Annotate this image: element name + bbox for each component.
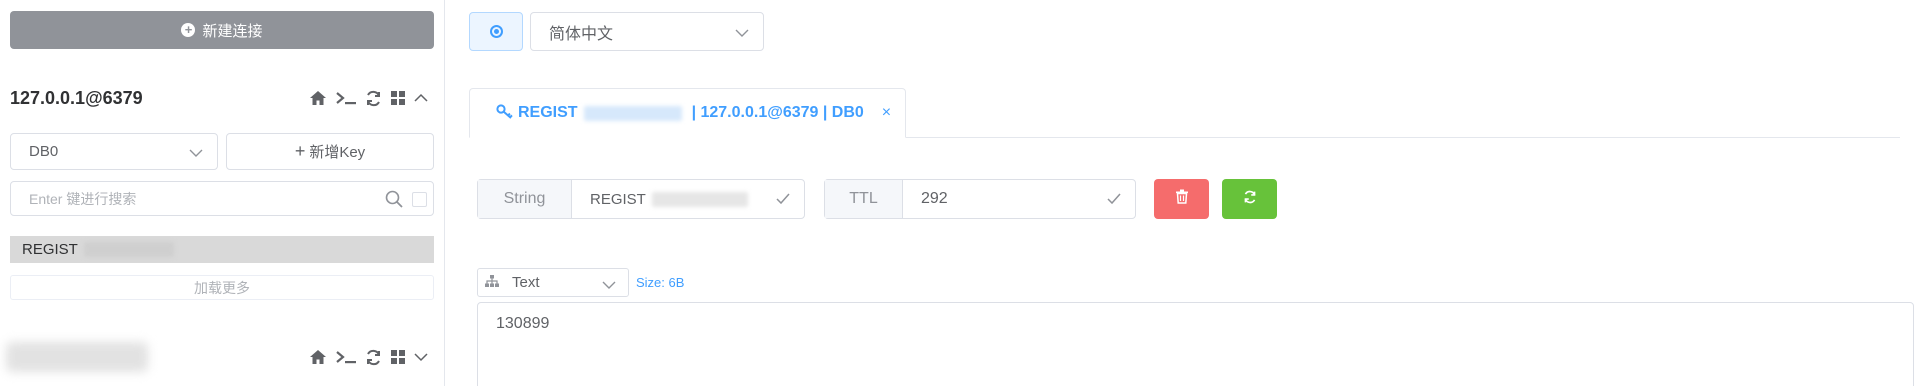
- view-format-select[interactable]: Text: [477, 268, 629, 297]
- redacted-text: [83, 242, 174, 257]
- chevron-down-icon: [189, 145, 203, 162]
- new-connection-label: 新建连接: [202, 22, 263, 40]
- connection-header-2[interactable]: [0, 342, 434, 372]
- home-icon[interactable]: [309, 90, 327, 106]
- exact-search-checkbox[interactable]: [412, 192, 427, 207]
- value-size-label: Size: 6B: [636, 275, 685, 290]
- connection-actions: [309, 90, 428, 107]
- value-editor[interactable]: 130899: [477, 302, 1914, 386]
- add-key-label: 新增Key: [309, 144, 366, 161]
- tree-icon: [484, 274, 500, 292]
- search-placeholder: Enter 键进行搜索: [29, 190, 137, 207]
- trash-icon: [1175, 189, 1189, 209]
- key-search-input[interactable]: Enter 键进行搜索: [10, 181, 434, 216]
- grid-icon[interactable]: [390, 349, 406, 365]
- refresh-icon[interactable]: [365, 90, 382, 107]
- tab-key-detail[interactable]: REGIST | 127.0.0.1@6379 | DB0 ×: [469, 88, 906, 138]
- key-name-input[interactable]: REGIST: [572, 180, 804, 218]
- plus-icon: +: [294, 141, 306, 161]
- terminal-icon[interactable]: [335, 349, 357, 365]
- connection-header[interactable]: 127.0.0.1@6379: [10, 83, 434, 113]
- theme-toggle-button[interactable]: [469, 12, 523, 51]
- format-value: Text: [512, 274, 540, 291]
- grid-icon[interactable]: [390, 90, 406, 106]
- plus-circle-icon: +: [181, 23, 196, 37]
- load-more-button[interactable]: 加载更多: [10, 275, 434, 300]
- sidebar: + 新建连接 127.0.0.1@6379 DB0 + 新增Key Enter …: [0, 0, 445, 386]
- ttl-field: TTL 292: [824, 179, 1136, 219]
- main-panel: 简体中文 REGIST | 127.0.0.1@6379 | DB0 × Str…: [445, 0, 1920, 386]
- tab-key-label: REGIST: [518, 104, 578, 121]
- key-icon: [496, 103, 514, 124]
- redacted-text: [651, 191, 748, 207]
- value-text: 130899: [496, 315, 550, 332]
- refresh-key-button[interactable]: [1222, 179, 1277, 219]
- ttl-input[interactable]: 292: [903, 180, 1135, 218]
- key-name-value: REGIST: [590, 190, 646, 208]
- refresh-icon: [1243, 190, 1257, 209]
- theme-icon: [489, 25, 503, 38]
- refresh-icon[interactable]: [365, 349, 382, 366]
- db-select-value: DB0: [29, 143, 59, 160]
- language-select[interactable]: 简体中文: [530, 12, 764, 51]
- chevron-up-icon[interactable]: [414, 93, 428, 103]
- language-select-value: 简体中文: [549, 25, 614, 43]
- home-icon[interactable]: [309, 349, 327, 365]
- db-select[interactable]: DB0: [10, 133, 218, 170]
- terminal-icon[interactable]: [335, 90, 357, 106]
- add-key-button[interactable]: + 新增Key: [226, 133, 434, 170]
- ttl-value: 292: [921, 190, 948, 207]
- ttl-label: TTL: [825, 180, 903, 218]
- check-icon[interactable]: [1107, 192, 1121, 210]
- connection-name: 127.0.0.1@6379: [10, 87, 143, 108]
- redacted-text: [583, 105, 682, 121]
- key-item-label: REGIST: [22, 241, 78, 258]
- load-more-label: 加载更多: [194, 279, 250, 296]
- tab-suffix-label: | 127.0.0.1@6379 | DB0: [691, 104, 864, 121]
- new-connection-button[interactable]: + 新建连接: [10, 11, 434, 49]
- key-list-item[interactable]: REGIST: [10, 236, 434, 263]
- chevron-down-icon: [602, 277, 616, 294]
- key-name-field: String REGIST: [477, 179, 805, 219]
- delete-key-button[interactable]: [1154, 179, 1209, 219]
- chevron-down-icon: [735, 25, 749, 43]
- tab-close-icon[interactable]: ×: [882, 104, 891, 122]
- chevron-down-icon[interactable]: [414, 352, 428, 362]
- connection-actions: [309, 349, 428, 366]
- search-icon[interactable]: [385, 190, 403, 211]
- check-icon[interactable]: [776, 192, 790, 209]
- key-type-label: String: [478, 180, 572, 218]
